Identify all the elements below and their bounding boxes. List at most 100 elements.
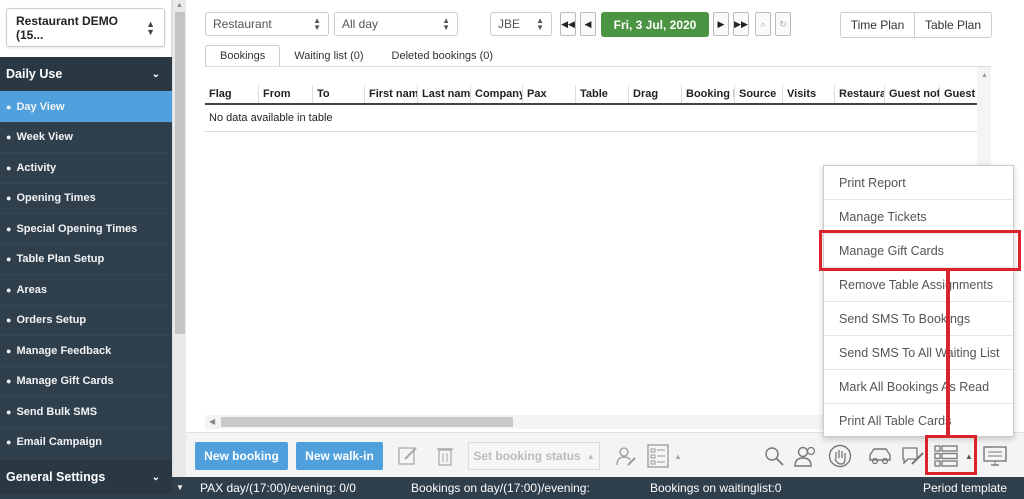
restaurant-filter-select[interactable]: Restaurant ▲ ▼ <box>205 12 329 36</box>
bullet-icon: ● <box>6 345 12 356</box>
new-walk-in-button[interactable]: New walk-in <box>296 442 383 470</box>
column-header[interactable]: Company <box>471 85 523 103</box>
column-header[interactable]: Visits <box>783 85 835 103</box>
column-header[interactable]: Restaurant <box>835 85 885 103</box>
refresh-button[interactable]: ↻ <box>775 12 791 36</box>
column-header[interactable]: Pax <box>523 85 576 103</box>
time-plan-button[interactable]: Time Plan <box>840 12 915 38</box>
restaurant-select-value: Restaurant DEMO (15... <box>16 13 119 42</box>
search-button[interactable] <box>762 442 786 470</box>
bullet-icon: ● <box>6 132 12 143</box>
assign-guest-button[interactable] <box>614 442 638 470</box>
actions-menu: Print Report Manage Tickets Manage Gift … <box>823 165 1014 437</box>
menu-item-print-all-table-cards[interactable]: Print All Table Cards <box>824 404 1013 438</box>
section-general-settings[interactable]: General Settings ⌄ <box>0 460 172 494</box>
tab-waiting-list[interactable]: Waiting list (0) <box>280 45 377 67</box>
next-day-button[interactable]: ▶ <box>713 12 729 36</box>
sidebar-item-day-view[interactable]: ● Day View <box>0 91 172 122</box>
hand-button[interactable] <box>827 442 853 470</box>
sidebar-item-areas[interactable]: ● Areas <box>0 274 172 305</box>
set-booking-status-button[interactable]: Set booking status ▲ <box>468 442 600 470</box>
new-booking-button[interactable]: New booking <box>195 442 288 470</box>
table-plan-button[interactable]: Table Plan <box>914 12 992 38</box>
sidebar-item-table-plan-setup[interactable]: ● Table Plan Setup <box>0 243 172 275</box>
double-left-arrow-icon: ◀◀ <box>561 18 575 29</box>
print-template-button[interactable] <box>981 442 1009 470</box>
column-header[interactable]: Last name <box>418 85 471 103</box>
scroll-up-icon[interactable]: ▲ <box>176 2 183 9</box>
bullet-icon: ● <box>6 376 12 387</box>
sidebar-item-send-bulk-sms[interactable]: ● Send Bulk SMS <box>0 396 172 427</box>
user-select[interactable]: JBE ▲ ▼ <box>490 12 552 36</box>
time-filter-select[interactable]: All day ▲ ▼ <box>334 12 458 36</box>
date-label: Fri, 3 Jul, 2020 <box>613 17 697 32</box>
search-date-button[interactable]: ⌕ <box>755 12 771 36</box>
sidebar-item-label: Orders Setup <box>16 314 87 327</box>
column-header[interactable]: Guest <box>940 85 977 103</box>
sidebar-item-week-view[interactable]: ● Week View <box>0 121 172 153</box>
waitinglist-status: Bookings on waitinglist:0 <box>650 481 782 495</box>
sidebar-item-label: Activity <box>16 161 57 174</box>
scrollbar-thumb[interactable] <box>221 417 513 427</box>
column-header[interactable]: Guest not <box>885 85 940 103</box>
column-header[interactable]: Booking I <box>682 85 735 103</box>
sidebar-item-email-campaign[interactable]: ● Email Campaign <box>0 426 172 458</box>
tab-bookings[interactable]: Bookings <box>205 45 281 67</box>
car-button[interactable] <box>867 442 893 470</box>
column-header[interactable]: Flag <box>205 85 259 103</box>
empty-table-message: No data available in table <box>209 112 333 124</box>
sidebar-item-special-opening-times[interactable]: ● Special Opening Times <box>0 213 172 244</box>
edit-button[interactable] <box>396 442 420 470</box>
notes-button[interactable] <box>900 442 926 470</box>
right-arrow-icon: ▶ <box>717 18 725 29</box>
sidebar-item-activity[interactable]: ● Activity <box>0 152 172 183</box>
restaurant-select[interactable]: Restaurant DEMO (15... ▲ ▼ <box>6 8 165 47</box>
menu-item-mark-all-bookings-as-read[interactable]: Mark All Bookings As Read <box>824 370 1013 404</box>
column-header[interactable]: From <box>259 85 313 103</box>
sidebar-scrollbar[interactable]: ▲ <box>172 0 186 499</box>
list-icon <box>647 444 669 468</box>
sidebar-item-manage-feedback[interactable]: ● Manage Feedback <box>0 335 172 366</box>
column-header[interactable]: Source <box>735 85 783 103</box>
booking-tabs: Bookings Waiting list (0) Deleted bookin… <box>205 45 507 67</box>
column-header[interactable]: First name <box>365 85 418 103</box>
user-select-value: JBE <box>498 17 521 31</box>
time-plan-label: Time Plan <box>850 18 905 32</box>
column-header[interactable]: Table <box>576 85 629 103</box>
set-booking-status-label: Set booking status <box>473 449 581 463</box>
bullet-icon: ● <box>6 223 12 234</box>
booking-list-button[interactable] <box>646 442 670 470</box>
scroll-left-icon[interactable]: ◀ <box>209 417 215 426</box>
section-daily-use[interactable]: Daily Use ⌄ <box>0 57 172 91</box>
menu-item-send-sms-to-all-waiting-list[interactable]: Send SMS To All Waiting List <box>824 336 1013 370</box>
trash-icon <box>437 448 453 466</box>
sidebar-item-label: Areas <box>16 283 48 296</box>
guests-button[interactable] <box>793 442 819 470</box>
menu-item-print-report[interactable]: Print Report <box>824 166 1013 200</box>
sidebar-item-orders-setup[interactable]: ● Orders Setup <box>0 304 172 336</box>
menu-item-send-sms-to-bookings[interactable]: Send SMS To Bookings <box>824 302 1013 336</box>
menu-item-remove-table-assignments[interactable]: Remove Table Assignments <box>824 268 1013 302</box>
bullet-icon: ● <box>6 284 12 295</box>
tab-deleted-bookings[interactable]: Deleted bookings (0) <box>378 45 508 67</box>
user-edit-icon <box>616 447 636 466</box>
column-header[interactable]: Drag <box>629 85 682 103</box>
scroll-up-icon[interactable]: ▲ <box>981 72 988 79</box>
tab-label: Bookings <box>220 50 266 62</box>
column-header[interactable]: To <box>313 85 365 103</box>
sidebar-item-opening-times[interactable]: ● Opening Times <box>0 182 172 214</box>
prev-day-button[interactable]: ◀ <box>580 12 596 36</box>
menu-item-manage-tickets[interactable]: Manage Tickets <box>824 200 1013 234</box>
sidebar-item-manage-gift-cards[interactable]: ● Manage Gift Cards <box>0 365 172 397</box>
sidebar-item-label: Week View <box>16 131 73 144</box>
left-arrow-icon: ◀ <box>584 18 592 29</box>
delete-button[interactable] <box>434 442 456 470</box>
next-week-button[interactable]: ▶▶ <box>733 12 749 36</box>
scrollbar-thumb[interactable] <box>175 12 185 334</box>
caret-down-icon[interactable]: ▼ <box>176 483 184 492</box>
period-template-status: Period template <box>923 481 1008 495</box>
prev-week-button[interactable]: ◀◀ <box>560 12 576 36</box>
caret-up-icon[interactable]: ▲ <box>673 442 683 470</box>
date-button[interactable]: Fri, 3 Jul, 2020 <box>601 12 709 37</box>
pencil-icon <box>398 447 417 465</box>
